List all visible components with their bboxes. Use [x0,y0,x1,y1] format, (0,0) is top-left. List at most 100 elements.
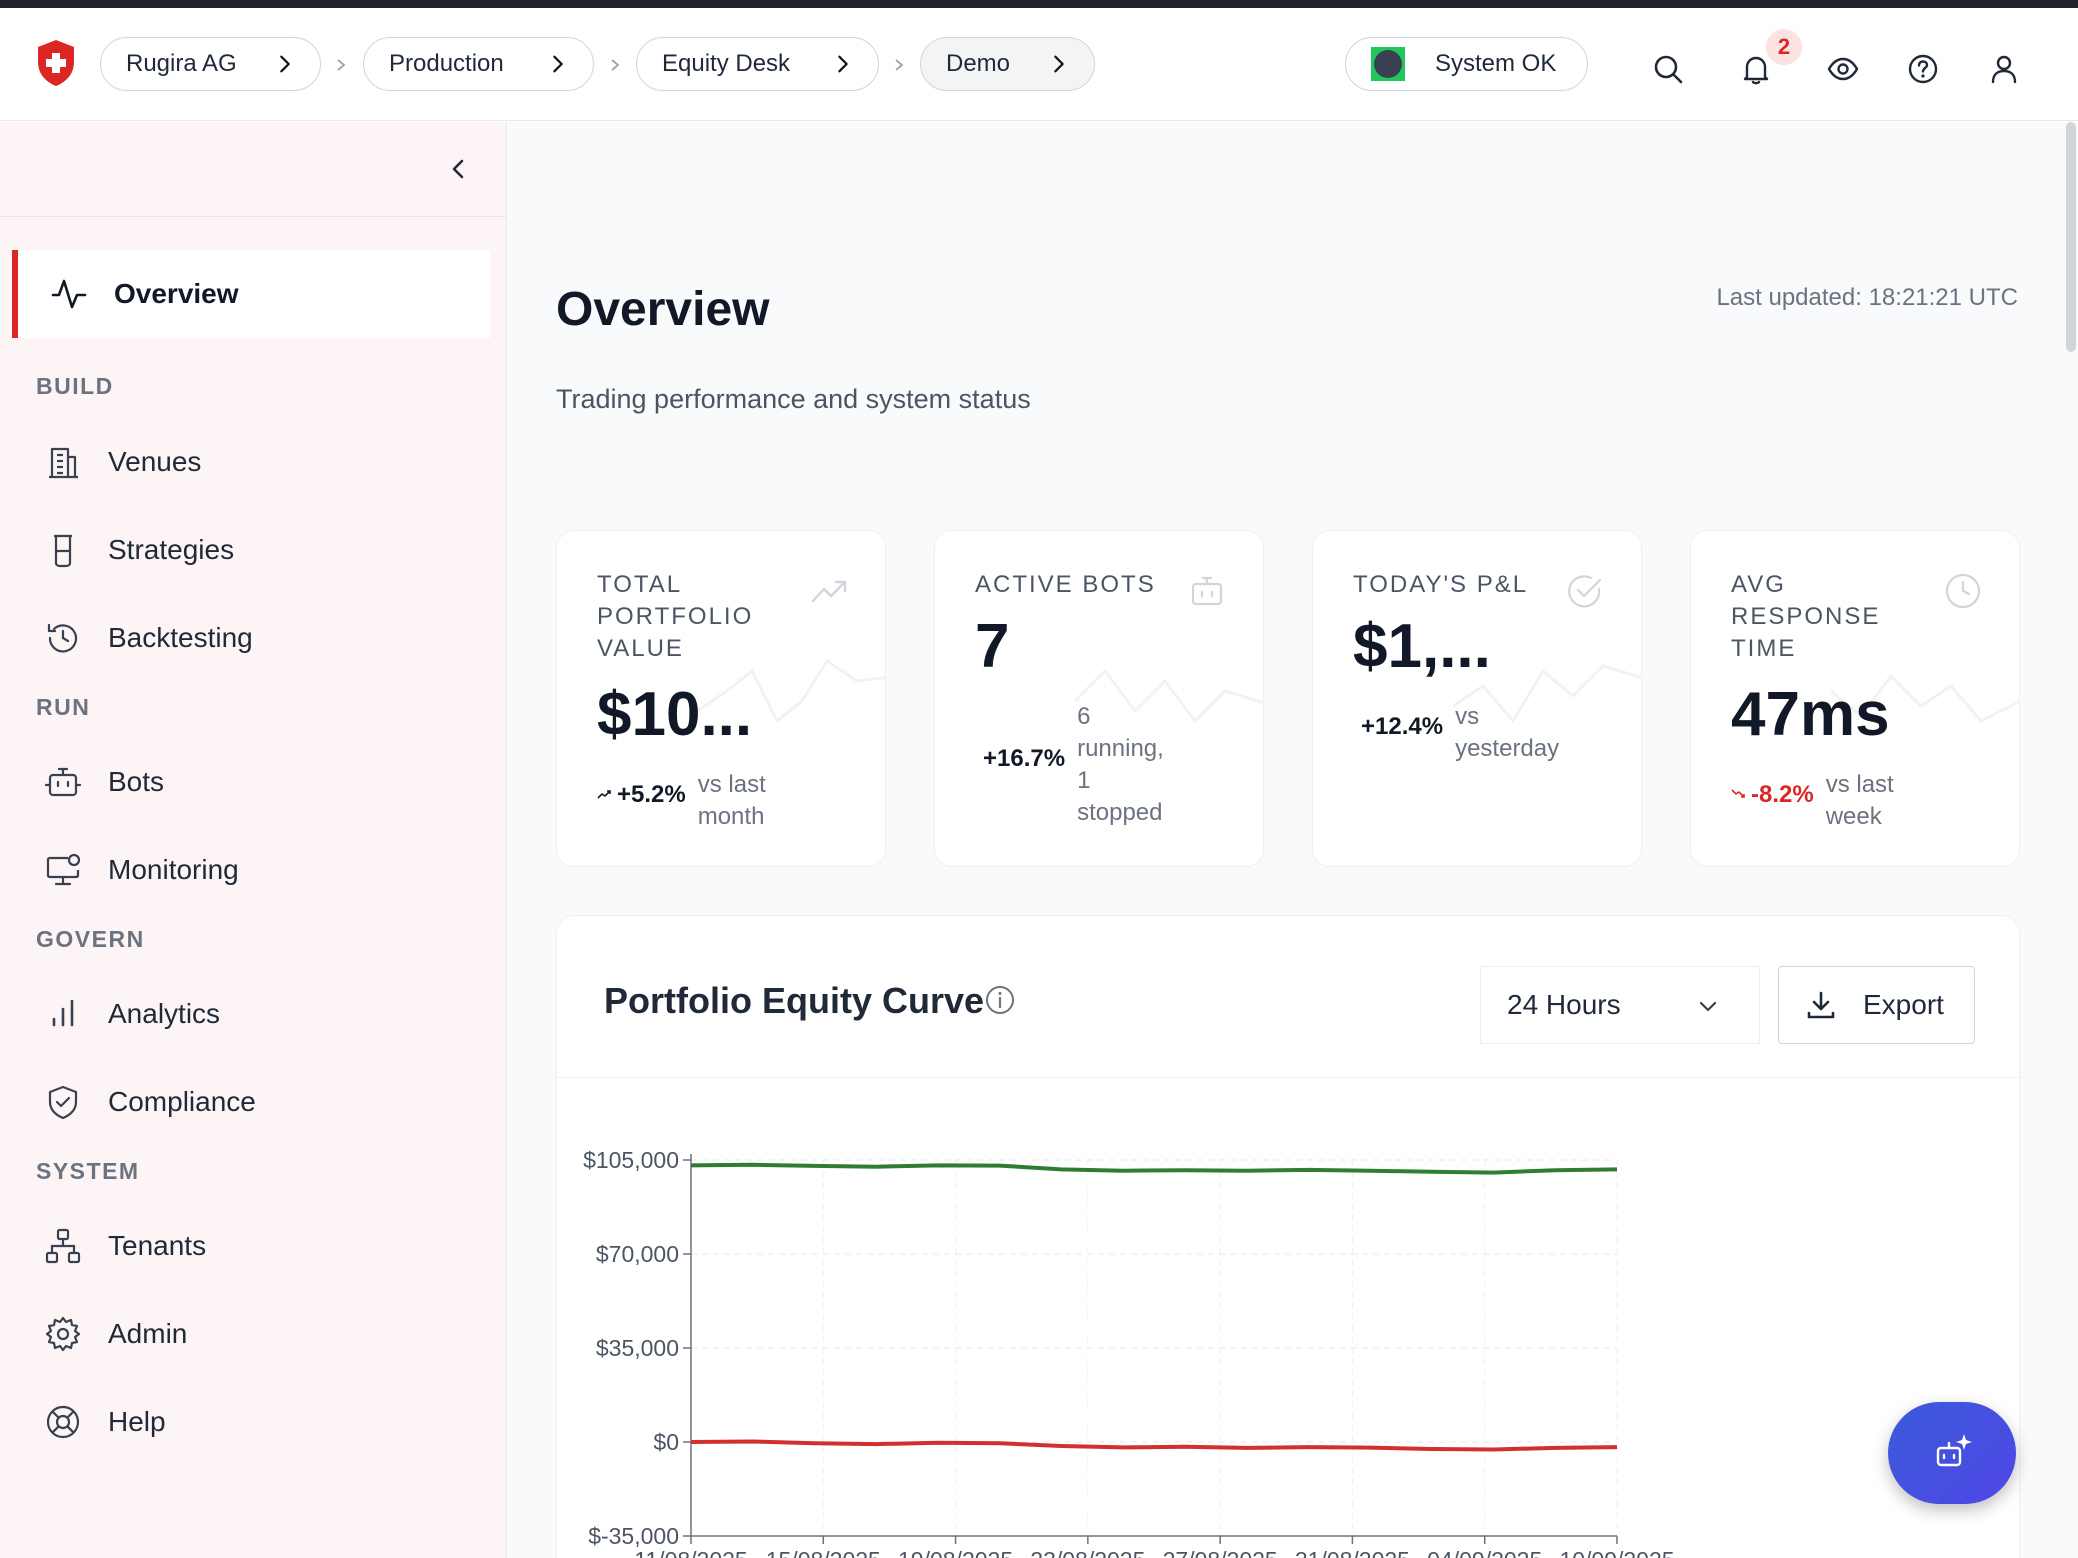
kpi-card-active-bots[interactable]: ACTIVE BOTS 7 +16.7% 6 running, 1 stoppe… [934,530,1264,867]
bell-icon[interactable] [1739,52,1773,86]
user-icon[interactable] [1987,52,2021,86]
shield-check-icon [48,1085,78,1120]
trend-down-icon [1731,789,1745,798]
kpi-label: AVG RESPONSE TIME [1731,571,1881,662]
x-tick-label: 04/09/2025 [1427,1547,1542,1558]
sidebar-item-analytics[interactable]: Analytics [0,984,506,1044]
y-tick-label: $35,000 [596,1335,679,1361]
sidebar-item-strategies[interactable]: Strategies [0,520,506,580]
sidebar-section-run: RUN [36,694,91,720]
kpi-label: TODAY'S P&L [1353,571,1529,598]
history-icon [47,623,78,653]
breadcrumb-separator-icon [337,59,346,71]
kpi-delta-value: +5.2% [617,781,686,808]
sidebar-item-label: Monitoring [108,854,239,885]
breadcrumb-label: Production [389,50,504,77]
top-strip [0,0,2078,8]
x-tick-label: 31/08/2025 [1295,1547,1410,1558]
sidebar-item-monitoring[interactable]: Monitoring [0,840,506,900]
sidebar-item-admin[interactable]: Admin [0,1304,506,1364]
status-label: System OK [1435,50,1557,77]
sidebar: Overview BUILD Venues Strategies Backtes… [0,122,507,1558]
scrollbar-thumb[interactable] [2066,122,2076,352]
time-range-select[interactable]: 24 Hours [1480,966,1760,1044]
y-tick-label: $105,000 [583,1147,679,1173]
kpi-delta: +16.7% 6 running, 1 stopped [983,701,1177,829]
sidebar-item-help[interactable]: Help [0,1392,506,1452]
sparkle-bot-icon [1936,1434,1972,1467]
breadcrumb-label: Demo [946,50,1011,77]
eye-icon[interactable] [1826,52,1860,86]
equity-curve-chart[interactable]: $-35,000 $0 $35,000 $70,000 $105,000 11/08/20… [557,1078,2021,1558]
kpi-delta-note: 6 running, 1 stopped [1077,703,1164,826]
info-icon[interactable] [984,984,1016,1016]
monitor-icon [46,853,81,886]
kpi-value: $10... [597,680,753,749]
x-tick-label: 19/08/2025 [898,1547,1013,1558]
breadcrumb-label: Equity Desk [662,50,791,77]
app-header: Rugira AG Production Equity Desk Demo Sy… [0,8,2078,121]
breadcrumb-tenant[interactable]: Rugira AG [100,37,321,91]
chevron-right-icon [1054,55,1064,73]
time-range-value: 24 Hours [1507,989,1621,1020]
kpi-delta: -8.2% vs last week [1731,769,1916,833]
kpi-delta-value: +16.7% [983,745,1066,772]
kpi-value: $1,... [1353,612,1491,681]
x-tick-label: 27/08/2025 [1163,1547,1278,1558]
series-line-1 [690,1439,1618,1452]
status-indicator [1371,47,1405,81]
chevron-right-icon [280,55,290,73]
sidebar-item-label: Venues [108,446,202,477]
export-button[interactable]: Export [1778,966,1975,1044]
sidebar-item-bots[interactable]: Bots [0,752,506,812]
kpi-delta: +12.4% vs yesterday [1361,701,1575,765]
notification-badge: 2 [1766,29,1802,65]
kpi-label: TOTAL PORTFOLIO VALUE [597,571,754,662]
kpi-delta-value: -8.2% [1751,781,1814,808]
kpi-value: 47ms [1731,680,1890,749]
sidebar-item-label: Compliance [108,1086,256,1117]
sidebar-item-label: Admin [108,1318,188,1349]
download-icon [1807,991,1835,1019]
chart-panel-title: Portfolio Equity Curve [604,980,985,1021]
beaker-icon [54,534,72,568]
main-content: Overview Last updated: 18:21:21 UTC Trad… [508,122,2078,1558]
breadcrumb-separator-icon [611,59,620,71]
breadcrumb-desk[interactable]: Equity Desk [636,37,879,91]
collapse-sidebar-icon[interactable] [446,156,472,182]
y-tick-label: $-35,000 [588,1523,679,1549]
sidebar-section-govern: GOVERN [36,926,145,952]
search-icon[interactable] [1651,52,1685,86]
sidebar-section-build: BUILD [36,373,114,399]
system-status-pill[interactable]: System OK [1345,37,1588,91]
y-tick-label: $0 [653,1429,679,1455]
x-tick-label: 10/09/2025 [1559,1547,1674,1558]
breadcrumb-account[interactable]: Demo [920,37,1095,91]
kpi-delta: +5.2% vs last month [597,769,788,833]
breadcrumb-environment[interactable]: Production [363,37,594,91]
export-label: Export [1863,989,1944,1020]
last-updated-text: Last updated: 18:21:21 UTC [1716,284,2018,311]
bar-chart-icon [52,999,74,1027]
x-tick-label: 23/08/2025 [1030,1547,1145,1558]
lifebuoy-icon [46,1405,80,1439]
kpi-card-portfolio-value[interactable]: TOTAL PORTFOLIO VALUE $10... +5.2% vs la… [556,530,886,867]
logo-icon[interactable] [34,38,78,88]
bot-icon [1191,576,1223,606]
sidebar-item-overview[interactable]: Overview [12,250,490,338]
sidebar-item-tenants[interactable]: Tenants [0,1216,506,1276]
bot-icon [44,767,82,797]
x-tick-label: 11/08/2025 [634,1547,747,1558]
sidebar-item-backtesting[interactable]: Backtesting [0,608,506,668]
sidebar-item-compliance[interactable]: Compliance [0,1072,506,1132]
clock-icon [1945,573,1981,609]
kpi-card-avg-response[interactable]: AVG RESPONSE TIME 47ms -8.2% vs last wee… [1690,530,2020,867]
ai-assistant-button[interactable] [1888,1402,2016,1504]
x-tick-label: 15/08/2025 [766,1547,881,1558]
sidebar-item-label: Analytics [108,998,221,1029]
sidebar-item-venues[interactable]: Venues [0,432,506,492]
help-icon[interactable] [1906,52,1940,86]
kpi-card-todays-pnl[interactable]: TODAY'S P&L $1,... +12.4% vs yesterday [1312,530,1642,867]
page-title: Overview [556,283,770,336]
kpi-value: 7 [975,612,1010,681]
